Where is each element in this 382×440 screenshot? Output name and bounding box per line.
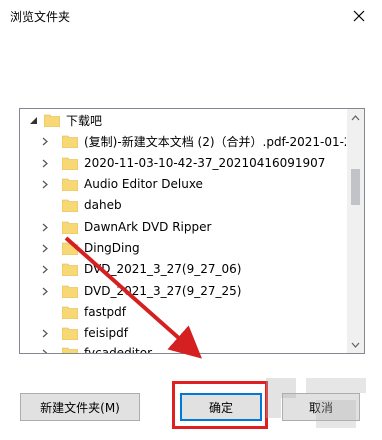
watermark-logo-icon (266, 378, 366, 428)
new-folder-button[interactable]: 新建文件夹(M) (20, 393, 140, 421)
browse-folder-dialog: 浏览文件夹 下载吧 (复制)-新建文本文档 (2)（合并）.pdf-2021-0… (0, 0, 382, 440)
annotation-highlight-box (172, 381, 268, 429)
